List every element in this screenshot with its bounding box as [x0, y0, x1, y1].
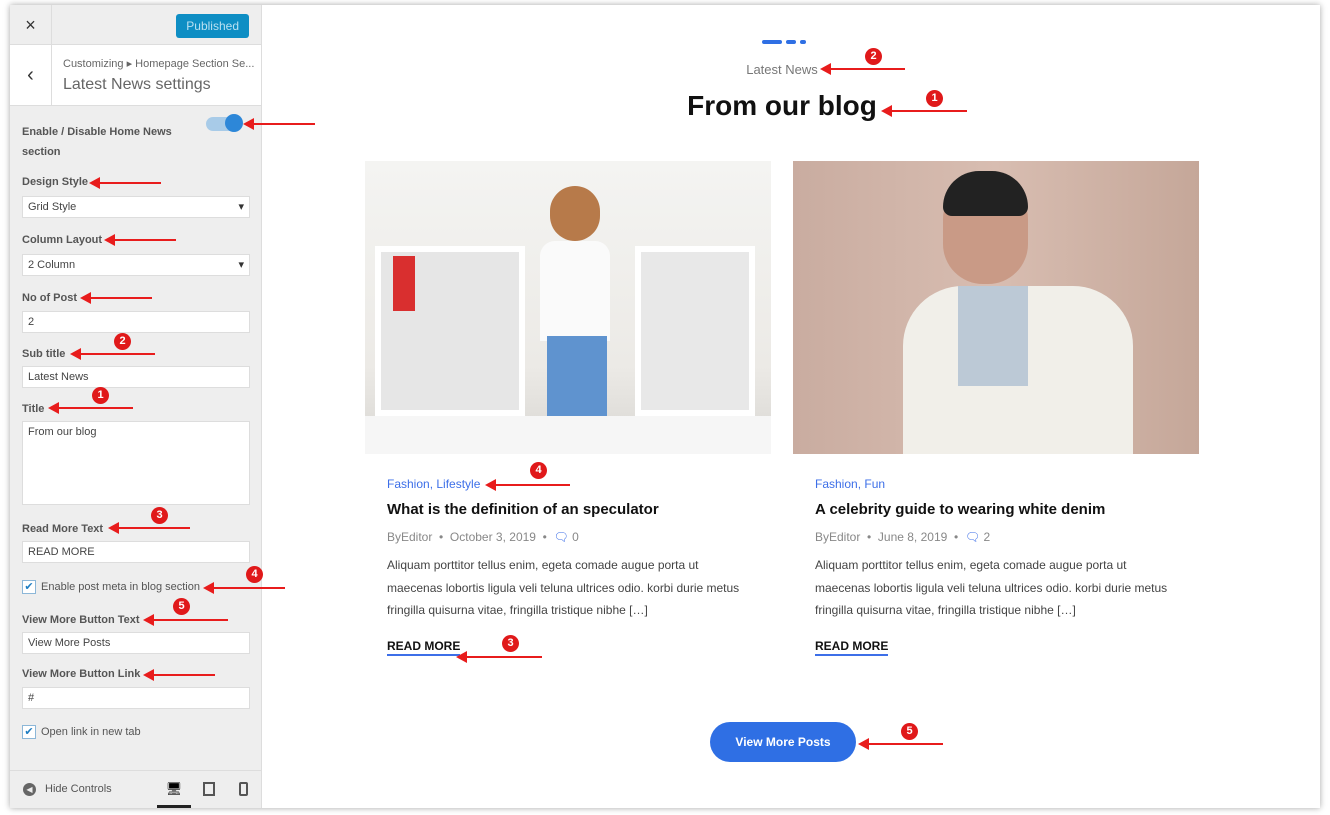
- post-excerpt: Aliquam porttitor tellus enim, egeta com…: [815, 558, 1168, 617]
- post-date[interactable]: June 8, 2019: [878, 530, 947, 544]
- annotation-arrow: [143, 614, 228, 626]
- section-divider: [762, 40, 806, 44]
- annotation-badge: 2: [865, 48, 882, 65]
- annotation-arrow: [243, 118, 315, 130]
- section-subtitle: Latest News: [746, 62, 818, 77]
- annotation-badge: 3: [151, 507, 168, 524]
- post-excerpt: Aliquam porttitor tellus enim, egeta com…: [387, 558, 740, 617]
- view-more-link-label: View More Button Link: [22, 668, 141, 680]
- sub-title-label: Sub title: [22, 348, 66, 360]
- annotation-arrow: [456, 651, 542, 663]
- post-meta-checkbox[interactable]: ✔: [22, 580, 36, 594]
- section-title: From our blog: [687, 90, 877, 121]
- read-more-input[interactable]: READ MORE: [22, 541, 250, 563]
- hide-controls-button[interactable]: Hide Controls: [45, 783, 112, 795]
- close-icon[interactable]: ×: [10, 5, 52, 45]
- title-label: Title: [22, 403, 45, 415]
- annotation-badge: 4: [530, 462, 547, 479]
- annotation-badge: 4: [246, 566, 263, 583]
- tablet-preview-icon[interactable]: [203, 782, 215, 796]
- view-more-link-input[interactable]: #: [22, 687, 250, 709]
- read-more-link[interactable]: READ MORE: [815, 639, 889, 656]
- annotation-arrow: [104, 234, 176, 246]
- annotation-badge: 2: [114, 333, 131, 350]
- column-layout-label: Column Layout: [22, 234, 103, 246]
- post-date[interactable]: October 3, 2019: [450, 530, 536, 544]
- annotation-arrow: [70, 348, 155, 360]
- post-image[interactable]: [365, 161, 771, 454]
- view-more-text-input[interactable]: View More Posts: [22, 632, 250, 654]
- post-title[interactable]: What is the definition of an speculator: [387, 501, 749, 518]
- annotation-arrow: [485, 479, 570, 491]
- annotation-badge: 5: [901, 723, 918, 740]
- post-card: Fashion, Lifestyle What is the definitio…: [365, 161, 771, 656]
- no-of-post-input[interactable]: 2: [22, 311, 250, 333]
- view-more-posts-button[interactable]: View More Posts: [710, 722, 856, 762]
- annotation-arrow: [858, 738, 943, 750]
- design-style-select[interactable]: Grid Style: [22, 196, 250, 218]
- comment-count[interactable]: 2: [983, 530, 990, 544]
- post-meta-label: Enable post meta in blog section: [41, 581, 200, 593]
- comment-icon: 🗨: [964, 530, 981, 544]
- back-icon[interactable]: ‹: [10, 45, 52, 105]
- annotation-arrow: [203, 582, 285, 594]
- preview-pane: Latest News From our blog Fashion, Lifes…: [262, 5, 1320, 808]
- read-more-label: Read More Text: [22, 523, 104, 535]
- sub-title-input[interactable]: Latest News: [22, 366, 250, 388]
- annotation-arrow: [881, 105, 967, 117]
- annotation-arrow: [143, 669, 215, 681]
- read-more-link[interactable]: READ MORE: [387, 639, 461, 656]
- mobile-preview-icon[interactable]: [239, 782, 248, 796]
- design-style-label: Design Style: [22, 176, 89, 188]
- annotation-badge: 3: [502, 635, 519, 652]
- panel-title: Latest News settings: [63, 76, 211, 93]
- post-author[interactable]: ByEditor: [387, 530, 432, 544]
- new-tab-checkbox[interactable]: ✔: [22, 725, 36, 739]
- toggle-label: Enable / Disable Home News section: [22, 126, 172, 158]
- view-more-text-label: View More Button Text: [22, 614, 140, 626]
- annotation-arrow: [108, 522, 190, 534]
- title-textarea[interactable]: From our blog: [22, 421, 250, 505]
- post-title[interactable]: A celebrity guide to wearing white denim: [815, 501, 1177, 518]
- annotation-badge: 1: [92, 387, 109, 404]
- new-tab-label: Open link in new tab: [41, 726, 141, 738]
- customizer-window: × Published ‹ Customizing ▸ Homepage Sec…: [10, 5, 1320, 808]
- annotation-arrow: [820, 63, 905, 75]
- annotation-arrow: [80, 292, 152, 304]
- no-of-post-label: No of Post: [22, 292, 77, 304]
- annotation-badge: 1: [926, 90, 943, 107]
- breadcrumb: Customizing ▸ Homepage Section Se...: [63, 58, 255, 70]
- post-categories[interactable]: Fashion, Fun: [815, 477, 1177, 491]
- published-button[interactable]: Published: [176, 14, 249, 38]
- annotation-badge: 5: [173, 598, 190, 615]
- column-layout-select[interactable]: 2 Column: [22, 254, 250, 276]
- post-meta: ByEditor • June 8, 2019 • 🗨 2: [815, 530, 991, 544]
- enable-news-toggle[interactable]: [206, 114, 243, 132]
- comment-icon: 🗨: [553, 530, 569, 544]
- comment-count[interactable]: 0: [572, 530, 579, 544]
- annotation-arrow: [48, 402, 133, 414]
- post-image[interactable]: [793, 161, 1199, 454]
- post-card: Fashion, Fun A celebrity guide to wearin…: [793, 161, 1199, 656]
- post-author[interactable]: ByEditor: [815, 530, 860, 544]
- desktop-preview-icon[interactable]: 🖥: [157, 771, 191, 808]
- annotation-arrow: [89, 177, 161, 189]
- post-meta: ByEditor • October 3, 2019 • 🗨 0: [387, 530, 579, 544]
- hide-controls-icon[interactable]: ◀: [23, 783, 36, 796]
